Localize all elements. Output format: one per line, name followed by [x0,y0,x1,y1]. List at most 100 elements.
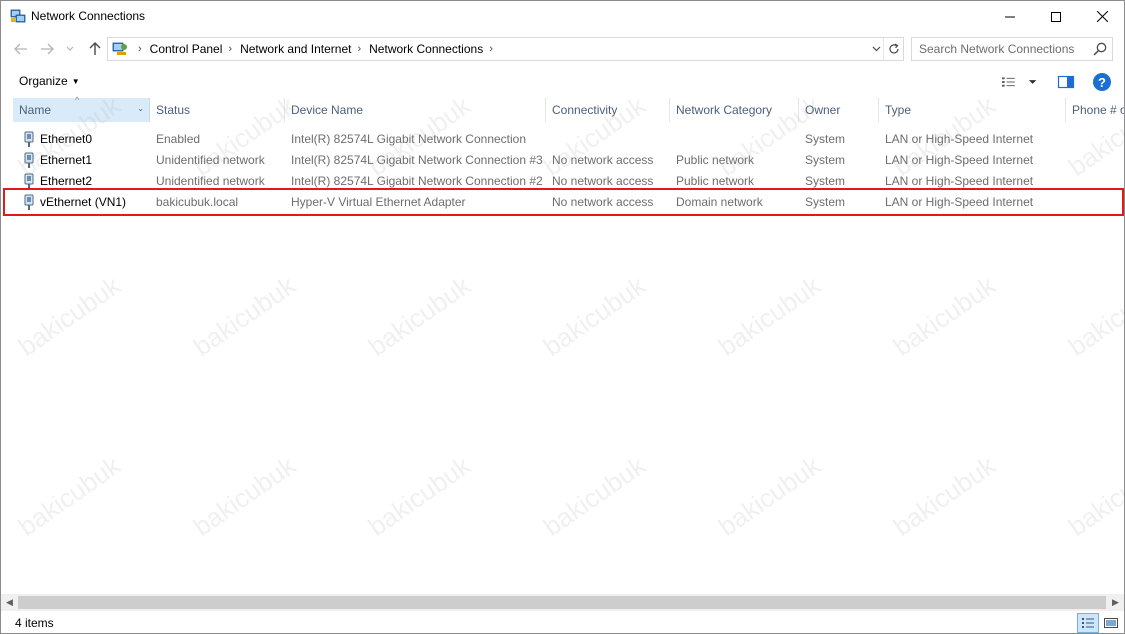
horizontal-scrollbar[interactable]: ◀ ▶ [1,594,1124,611]
caret-down-icon [1028,80,1037,84]
up-button[interactable] [85,38,105,60]
list-item[interactable]: Ethernet2 Unidentified network Intel(R) … [13,171,1113,192]
explorer-window: Network Connections › Control Panel › Ne… [0,0,1125,634]
watermark-text: bakicubuk [1062,450,1125,542]
refresh-icon [888,43,899,54]
connection-status: Unidentified network [156,174,265,188]
column-header-owner[interactable]: Owner [799,98,879,122]
close-icon [1096,11,1108,22]
watermark-text: bakicubuk [887,270,1001,362]
details-view-button[interactable] [1077,613,1099,633]
connection-type: LAN or High-Speed Internet [885,195,1034,209]
list-item[interactable]: vEthernet (VN1) bakicubuk.local Hyper-V … [13,192,1113,213]
connection-connectivity: No network access [552,195,654,209]
address-history-button[interactable] [869,38,883,60]
maximize-button[interactable] [1033,1,1079,32]
change-view-button[interactable] [1001,73,1037,91]
column-header-network-category[interactable]: Network Category [670,98,799,122]
organize-label: Organize [19,74,68,88]
column-header-name[interactable]: Name ^ ⌄ [13,95,150,122]
preview-pane-icon[interactable] [1057,73,1075,91]
connection-type: LAN or High-Speed Internet [885,153,1034,167]
minimize-icon [1005,16,1015,17]
back-button[interactable] [11,38,31,60]
refresh-button[interactable] [883,38,903,60]
connection-type: LAN or High-Speed Internet [885,132,1034,146]
connection-device: Intel(R) 82574L Gigabit Network Connecti… [291,132,527,146]
scroll-right-icon[interactable]: ▶ [1107,594,1124,611]
ethernet-adapter-icon [24,194,34,210]
address-bar[interactable]: › Control Panel › Network and Internet ›… [107,37,904,61]
watermark-text: bakicubuk [1062,270,1125,362]
list-item[interactable]: Ethernet0 Enabled Intel(R) 82574L Gigabi… [13,129,1113,150]
watermark-text: bakicubuk [12,450,126,542]
network-connections-icon [10,9,26,23]
connection-name: Ethernet2 [40,174,93,188]
list-item[interactable]: Ethernet1 Unidentified network Intel(R) … [13,150,1113,171]
column-header-phone[interactable]: Phone # o [1066,98,1124,122]
command-bar: Organize ▼ ? [1,67,1124,97]
sort-ascending-icon: ^ [75,95,80,105]
connection-type: LAN or High-Speed Internet [885,174,1034,188]
connection-name: Ethernet0 [40,132,93,146]
title-bar: Network Connections [1,1,1124,32]
column-header-name-label: Name [19,103,52,117]
breadcrumb-separator-icon: › [138,43,142,55]
breadcrumb-separator-icon: › [228,43,233,55]
watermark-text: bakicubuk [537,450,651,542]
minimize-button[interactable] [987,1,1033,32]
search-box [911,37,1113,61]
help-button[interactable]: ? [1093,73,1111,91]
scrollbar-thumb[interactable] [18,596,1106,609]
details-view-icon [1082,618,1094,628]
caret-down-icon: ▼ [71,76,80,86]
column-header-status[interactable]: Status [150,98,285,122]
watermark-text: bakicubuk [887,450,1001,542]
connection-category: Domain network [676,195,763,209]
breadcrumb-separator-icon: › [357,43,362,55]
connection-connectivity: No network access [552,174,654,188]
ethernet-adapter-icon [24,131,34,147]
large-icons-view-icon [1104,618,1118,628]
window-title: Network Connections [31,9,146,23]
connection-owner: System [805,153,846,167]
close-button[interactable] [1079,1,1124,32]
watermark-text: bakicubuk [712,450,826,542]
organize-menu-button[interactable]: Organize ▼ [19,74,80,88]
connection-device: Intel(R) 82574L Gigabit Network Connecti… [291,174,543,188]
connection-device: Hyper-V Virtual Ethernet Adapter [291,195,466,209]
connection-name: Ethernet1 [40,153,93,167]
connection-name: vEthernet (VN1) [40,195,127,209]
chevron-down-icon[interactable]: ⌄ [137,104,144,113]
breadcrumb-control-panel[interactable]: Control Panel [150,42,223,56]
connection-device: Intel(R) 82574L Gigabit Network Connecti… [291,153,543,167]
navigation-bar: › Control Panel › Network and Internet ›… [1,34,1124,64]
breadcrumb-separator-icon[interactable]: › [489,43,493,55]
search-input[interactable] [912,38,1087,60]
connection-status: Enabled [156,132,201,146]
breadcrumb-network-connections[interactable]: Network Connections [369,42,483,56]
arrow-left-icon [14,43,27,55]
column-header-type[interactable]: Type [879,98,1066,122]
recent-locations-button[interactable] [63,38,77,60]
watermark-text: bakicubuk [187,450,301,542]
large-icons-view-button[interactable] [1101,613,1121,633]
chevron-down-icon [872,46,880,52]
watermark-text: bakicubuk [362,450,476,542]
breadcrumb: › Control Panel › Network and Internet ›… [132,38,501,60]
search-icon[interactable] [1092,41,1108,57]
watermark-text: bakicubuk [537,270,651,362]
watermark-text: bakicubuk [712,270,826,362]
column-header-device-name[interactable]: Device Name [285,98,546,122]
connection-status: bakicubuk.local [156,195,239,209]
forward-button[interactable] [37,38,57,60]
control-panel-icon [112,42,127,55]
arrow-right-icon [41,43,54,55]
scroll-left-icon[interactable]: ◀ [1,594,18,611]
column-headers: Name ^ ⌄ Status Device Name Connectivity… [1,95,1124,122]
connection-owner: System [805,174,846,188]
watermark-text: bakicubuk [12,270,126,362]
breadcrumb-network-and-internet[interactable]: Network and Internet [240,42,351,56]
ethernet-adapter-icon [24,152,34,168]
column-header-connectivity[interactable]: Connectivity [546,98,670,122]
